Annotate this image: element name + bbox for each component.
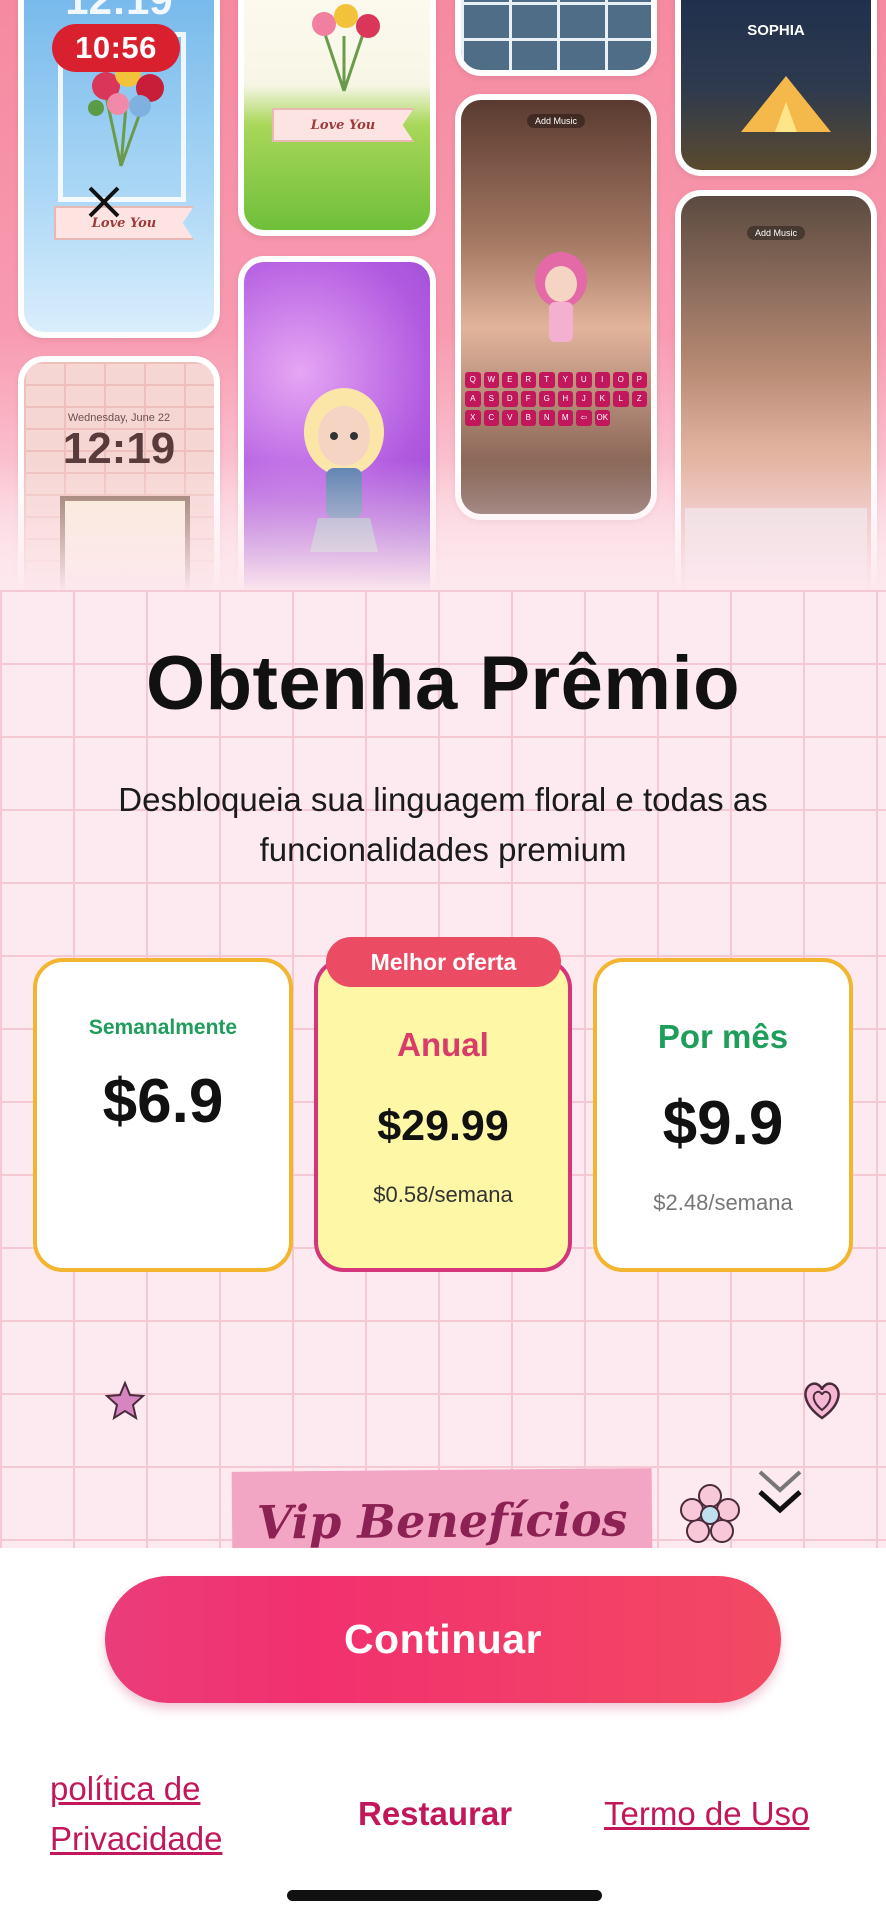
page-title: Obtenha Prêmio [146, 641, 740, 726]
keyboard-key: A [465, 391, 481, 407]
keyboard-key: Q [465, 372, 481, 388]
star-sticker-icon [104, 1380, 146, 1421]
keyboard-key: W [483, 372, 499, 388]
status-time-pill: 10:56 [52, 24, 180, 72]
keyboard-key: J [576, 391, 592, 407]
close-button[interactable] [78, 176, 130, 228]
plan-card-annual[interactable]: Anual $29.99 $0.58/semana [314, 958, 572, 1272]
keyboard-key: B [520, 410, 536, 426]
plan-price-per-week: $0.58/semana [373, 1182, 513, 1207]
add-music-chip: Add Music [527, 114, 586, 128]
preview-phone-window [455, 0, 657, 76]
keyboard-key: ⇦ [576, 410, 592, 426]
restore-purchase-link[interactable]: Restaurar [358, 1789, 512, 1839]
lock-date: Wednesday, June 22 [67, 412, 171, 424]
flower-bouquet-illustration [312, 4, 380, 92]
keyboard-preview: Q W E R T Y U I O P A S D F G H J K L Z X C V B N M ⇦ OK [465, 372, 647, 426]
keyboard-key: Y [557, 372, 573, 388]
plan-card-monthly[interactable]: Por mês $9.9 $2.48/semana [593, 958, 853, 1272]
add-music-chip: Add Music [747, 226, 806, 240]
camp-name: SOPHIA [747, 22, 805, 39]
scroll-down-button[interactable] [754, 1462, 806, 1520]
doll-avatar-illustration [535, 252, 587, 342]
close-icon [88, 186, 120, 218]
plan-card-weekly[interactable]: Semanalmente $6.9 [33, 958, 293, 1272]
keyboard-key: C [483, 410, 499, 426]
privacy-policy-link[interactable]: política de Privacidade [50, 1764, 310, 1864]
page-subtitle: Desbloqueia sua linguagem floral e todas… [118, 781, 768, 868]
keyboard-key: K [594, 391, 610, 407]
preview-phone-keyboard-selfie: Add Music Q W E R T Y U I O P A S D F G H J K L Z X C V B N M ⇦ OK [455, 94, 657, 520]
keyboard-key: Z [631, 391, 647, 407]
plan-price: $6.9 [102, 1067, 224, 1136]
keyboard-key: OK [594, 410, 610, 426]
love-you-ribbon: Love You [272, 108, 414, 142]
keyboard-key: S [483, 391, 499, 407]
keyboard-key: G [539, 391, 555, 407]
heart-sticker-icon [804, 1382, 840, 1420]
keyboard-key: O [613, 372, 629, 388]
preview-phone-bouquet-field: Love You [238, 0, 436, 236]
hero-collage: 12:19 Love You 10:56 Wednesday, June 22 … [0, 0, 886, 600]
keyboard-key: E [502, 372, 518, 388]
keyboard-key: L [613, 391, 629, 407]
flower-sticker-icon [680, 1484, 740, 1543]
keyboard-key: X [465, 410, 481, 426]
hero-fade [0, 460, 886, 600]
plan-price: $9.9 [662, 1089, 784, 1158]
chevron-down-icon [758, 1470, 802, 1514]
home-indicator [287, 1890, 602, 1901]
keyboard-key: T [539, 372, 555, 388]
plan-price-per-week: $2.48/semana [653, 1190, 793, 1215]
lock-time: 12:19 [24, 0, 214, 24]
keyboard-key: R [520, 372, 536, 388]
keyboard-key: H [557, 391, 573, 407]
plan-name: Anual [397, 1026, 489, 1063]
plan-name: Por mês [657, 1018, 789, 1055]
best-offer-badge: Melhor oferta [326, 937, 561, 987]
keyboard-key: N [539, 410, 555, 426]
preview-phone-camping: SOPHIA [675, 0, 877, 176]
keyboard-key: M [557, 410, 573, 426]
keyboard-key: U [576, 372, 592, 388]
keyboard-key: P [631, 372, 647, 388]
keyboard-key: D [502, 391, 518, 407]
keyboard-key: I [594, 372, 610, 388]
keyboard-key: F [520, 391, 536, 407]
tent-illustration [741, 76, 831, 132]
keyboard-key: V [502, 410, 518, 426]
plan-name: Semanalmente [88, 1016, 238, 1039]
continue-button[interactable]: Continuar [105, 1576, 781, 1703]
terms-of-use-link[interactable]: Termo de Uso [604, 1789, 809, 1839]
plan-price: $29.99 [377, 1102, 509, 1150]
